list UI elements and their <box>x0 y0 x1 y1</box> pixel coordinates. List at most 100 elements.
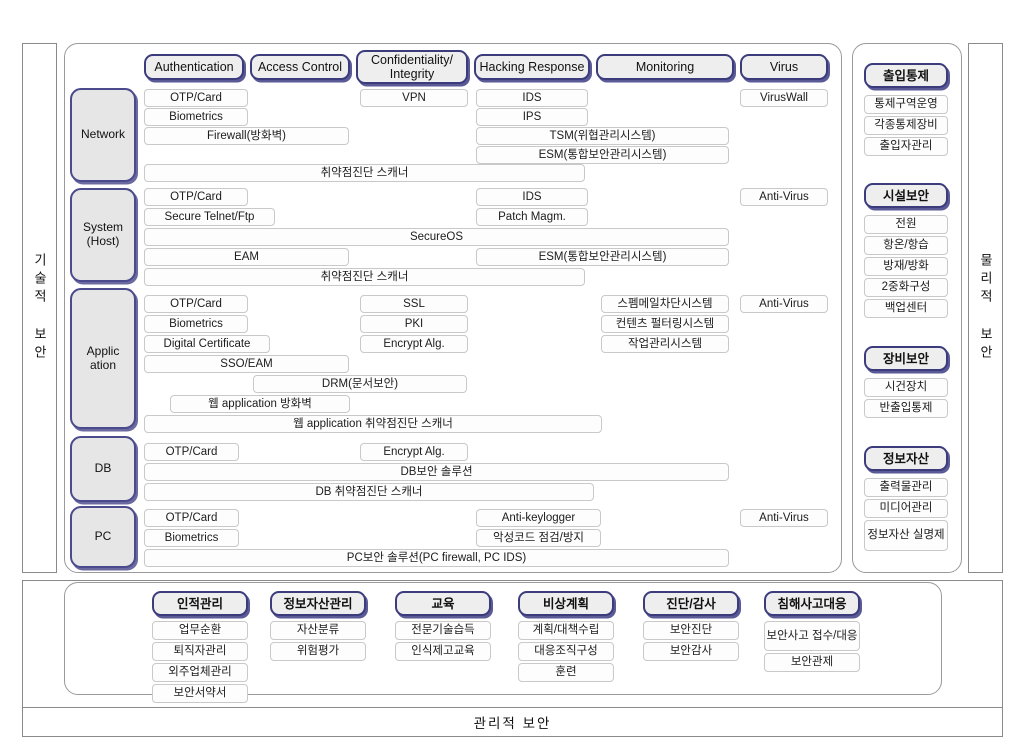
table-item[interactable]: 취약점진단 스캐너 <box>144 268 585 286</box>
table-item[interactable]: TSM(위협관리시스템) <box>476 127 729 145</box>
table-item[interactable]: 웹 application 취약점진단 스캐너 <box>144 415 602 433</box>
table-item[interactable]: Patch Magm. <box>476 208 588 226</box>
list-item[interactable]: 인식제고교육 <box>395 642 491 661</box>
column-header-confidentiality-integrity[interactable]: Confidentiality/ Integrity <box>356 50 468 84</box>
admin-group-title-education[interactable]: 교육 <box>395 591 491 616</box>
column-header-monitoring[interactable]: Monitoring <box>596 54 734 80</box>
column-header-hacking-response-label: Hacking Response <box>479 60 585 74</box>
list-item[interactable]: 정보자산 실명제 <box>864 520 948 551</box>
table-item[interactable]: Firewall(방화벽) <box>144 127 349 145</box>
list-item[interactable]: 출력물관리 <box>864 478 948 497</box>
table-item[interactable]: OTP/Card <box>144 295 248 313</box>
table-item[interactable]: Encrypt Alg. <box>360 443 468 461</box>
table-item[interactable]: 스펨메일차단시스템 <box>601 295 729 313</box>
list-item[interactable]: 항온/항습 <box>864 236 948 255</box>
table-item[interactable]: Biometrics <box>144 315 248 333</box>
table-item[interactable]: DRM(문서보안) <box>253 375 467 393</box>
list-item[interactable]: 계획/대책수립 <box>518 621 614 640</box>
list-item[interactable]: 방재/방화 <box>864 257 948 276</box>
table-item[interactable]: SSO/EAM <box>144 355 349 373</box>
table-item[interactable]: PC보안 솔루션(PC firewall, PC IDS) <box>144 549 729 567</box>
table-item[interactable]: Biometrics <box>144 529 239 547</box>
column-header-access-control-label: Access Control <box>257 60 343 74</box>
list-item[interactable]: 2중화구성 <box>864 278 948 297</box>
technical-security-axis-label: 기술적 보안 <box>22 43 57 573</box>
table-item[interactable]: IDS <box>476 188 588 206</box>
column-header-access-control[interactable]: Access Control <box>250 54 350 80</box>
row-label-network-text: Network <box>80 127 125 142</box>
table-item[interactable]: EAM <box>144 248 349 266</box>
admin-group-title-asset-management[interactable]: 정보자산관리 <box>270 591 366 616</box>
table-item[interactable]: OTP/Card <box>144 443 239 461</box>
list-item[interactable]: 출입자관리 <box>864 137 948 156</box>
table-item[interactable]: OTP/Card <box>144 89 248 107</box>
technical-security-axis-text: 기술적 보안 <box>32 253 47 363</box>
admin-group-title-audit[interactable]: 진단/감사 <box>643 591 739 616</box>
list-item[interactable]: 보안사고 접수/대응 <box>764 621 860 651</box>
physical-group-title-equipment-security[interactable]: 장비보안 <box>864 346 948 371</box>
table-item[interactable]: Biometrics <box>144 108 248 126</box>
admin-group-title-contingency-plan[interactable]: 비상계획 <box>518 591 614 616</box>
table-item[interactable]: Digital Certificate <box>144 335 270 353</box>
column-header-virus[interactable]: Virus <box>740 54 828 80</box>
list-item[interactable]: 보안관제 <box>764 653 860 672</box>
list-item[interactable]: 퇴직자관리 <box>152 642 248 661</box>
table-item[interactable]: 작업관리시스템 <box>601 335 729 353</box>
table-item[interactable]: OTP/Card <box>144 188 248 206</box>
list-item[interactable]: 보안감사 <box>643 642 739 661</box>
list-item[interactable]: 훈련 <box>518 663 614 682</box>
row-label-application[interactable]: Applic ation <box>70 288 136 429</box>
table-item[interactable]: Anti-Virus <box>740 188 828 206</box>
list-item[interactable]: 반출입통제 <box>864 399 948 418</box>
physical-security-axis-text: 물리적 보안 <box>978 253 993 363</box>
physical-group-title-access-control[interactable]: 출입통제 <box>864 63 948 88</box>
table-item[interactable]: ESM(통합보안관리시스템) <box>476 146 729 164</box>
list-item[interactable]: 미디어관리 <box>864 499 948 518</box>
table-item[interactable]: OTP/Card <box>144 509 239 527</box>
table-item[interactable]: IPS <box>476 108 588 126</box>
physical-group-title-facility-security[interactable]: 시설보안 <box>864 183 948 208</box>
row-label-application-text: Applic ation <box>86 343 120 372</box>
column-header-hacking-response[interactable]: Hacking Response <box>474 54 590 80</box>
table-item[interactable]: VPN <box>360 89 468 107</box>
table-item[interactable]: DB보안 솔루션 <box>144 463 729 481</box>
row-label-db[interactable]: DB <box>70 436 136 502</box>
table-item[interactable]: 악성코드 점검/방지 <box>476 529 601 547</box>
table-item[interactable]: 웹 application 방화벽 <box>170 395 350 413</box>
table-item[interactable]: DB 취약점진단 스캐너 <box>144 483 594 501</box>
table-item[interactable]: VirusWall <box>740 89 828 107</box>
table-item[interactable]: SecureOS <box>144 228 729 246</box>
physical-group-title-information-assets[interactable]: 정보자산 <box>864 446 948 471</box>
admin-group-title-personnel-management[interactable]: 인적관리 <box>152 591 248 616</box>
list-item[interactable]: 외주업체관리 <box>152 663 248 682</box>
table-item[interactable]: SSL <box>360 295 468 313</box>
column-header-confidentiality-integrity-label: Confidentiality/ Integrity <box>371 53 453 81</box>
row-label-system-host[interactable]: System (Host) <box>70 188 136 282</box>
list-item[interactable]: 백업센터 <box>864 299 948 318</box>
list-item[interactable]: 보안서약서 <box>152 684 248 703</box>
row-label-pc[interactable]: PC <box>70 506 136 568</box>
column-header-authentication[interactable]: Authentication <box>144 54 244 80</box>
list-item[interactable]: 각종통제장비 <box>864 116 948 135</box>
table-item[interactable]: Anti-keylogger <box>476 509 601 527</box>
list-item[interactable]: 전원 <box>864 215 948 234</box>
table-item[interactable]: ESM(통합보안관리시스템) <box>476 248 729 266</box>
table-item[interactable]: IDS <box>476 89 588 107</box>
table-item[interactable]: 취약점진단 스캐너 <box>144 164 585 182</box>
list-item[interactable]: 통제구역운영 <box>864 95 948 114</box>
list-item[interactable]: 대응조직구성 <box>518 642 614 661</box>
table-item[interactable]: Secure Telnet/Ftp <box>144 208 275 226</box>
table-item[interactable]: PKI <box>360 315 468 333</box>
table-item[interactable]: Anti-Virus <box>740 509 828 527</box>
list-item[interactable]: 시건장치 <box>864 378 948 397</box>
list-item[interactable]: 전문기술습득 <box>395 621 491 640</box>
row-label-network[interactable]: Network <box>70 88 136 182</box>
table-item[interactable]: Encrypt Alg. <box>360 335 468 353</box>
table-item[interactable]: 컨텐츠 펄터링시스템 <box>601 315 729 333</box>
admin-group-title-incident-response[interactable]: 침해사고대응 <box>764 591 860 616</box>
list-item[interactable]: 위험평가 <box>270 642 366 661</box>
list-item[interactable]: 업무순환 <box>152 621 248 640</box>
list-item[interactable]: 자산분류 <box>270 621 366 640</box>
list-item[interactable]: 보안진단 <box>643 621 739 640</box>
table-item[interactable]: Anti-Virus <box>740 295 828 313</box>
